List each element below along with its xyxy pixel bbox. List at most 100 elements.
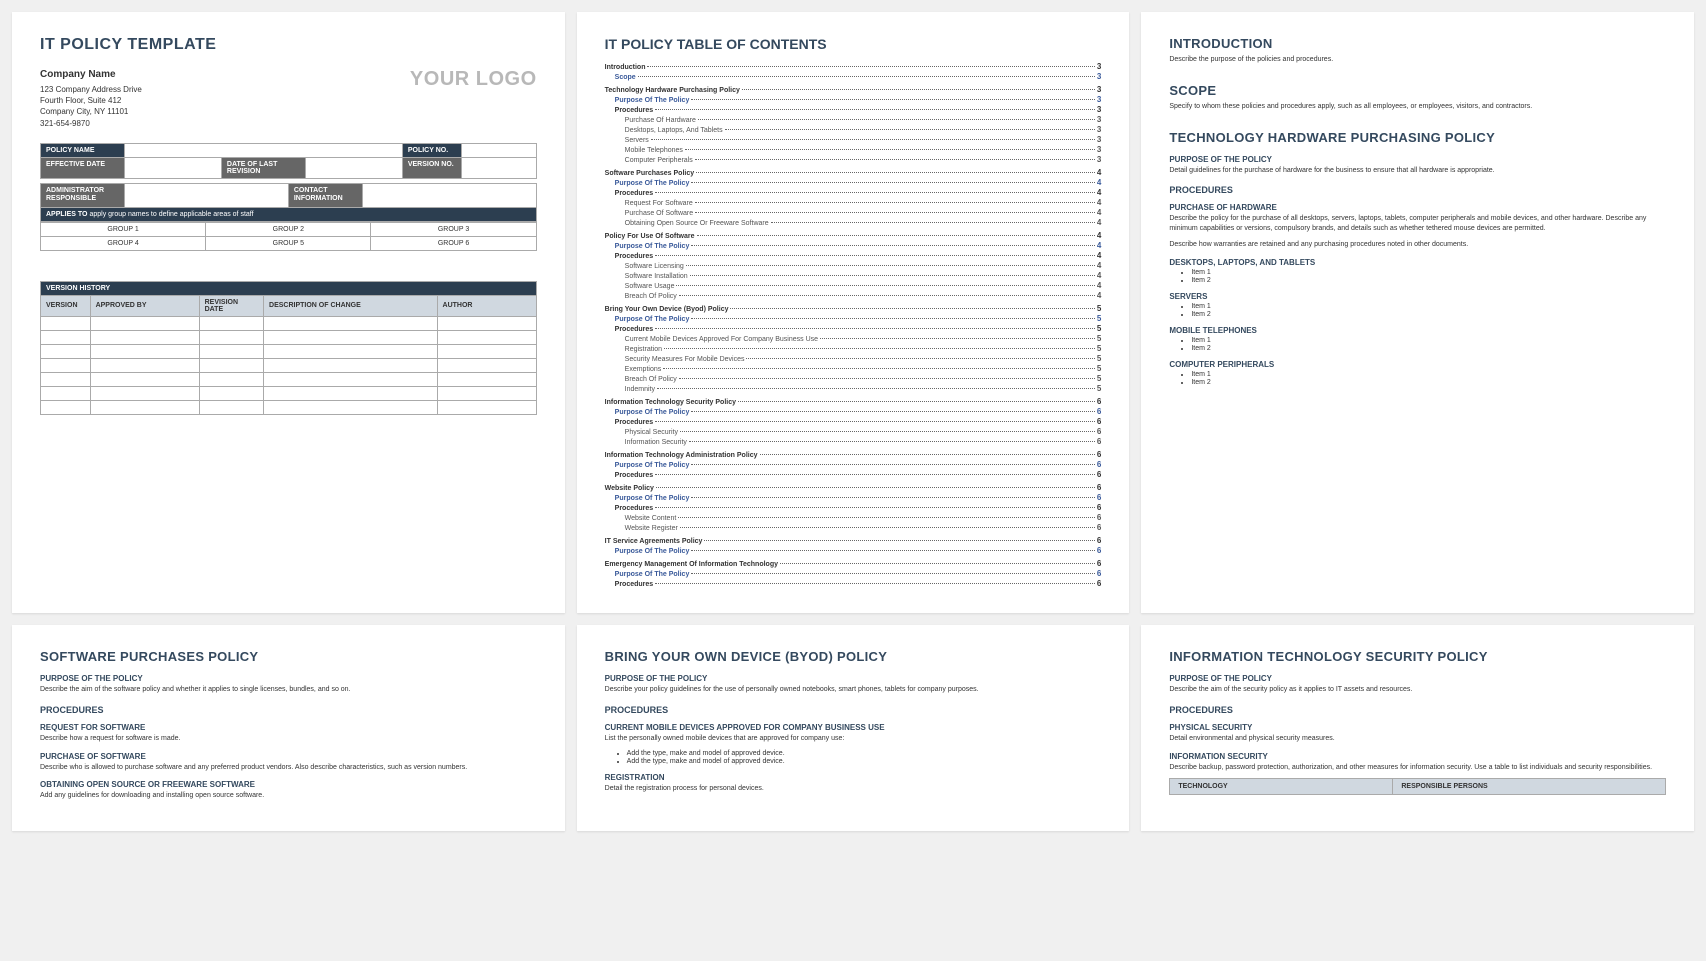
page-5: BRING YOUR OWN DEVICE (BYOD) POLICY PURP… <box>577 625 1130 831</box>
toc-leader <box>647 66 1094 67</box>
list-item: Item 1 <box>1191 371 1666 378</box>
toc-line: Purpose Of The Policy6 <box>615 407 1102 416</box>
toc-leader <box>685 149 1095 150</box>
address-line-1: 123 Company Address Drive <box>40 84 142 95</box>
groups-table: GROUP 1 GROUP 2 GROUP 3 GROUP 4 GROUP 5 … <box>40 222 537 251</box>
toc-label: Request For Software <box>625 200 693 207</box>
toc-page-number: 4 <box>1097 241 1101 250</box>
toc-line: Software Usage4 <box>625 281 1102 290</box>
toc-line: Security Measures For Mobile Devices 5 <box>625 354 1102 363</box>
page-4: SOFTWARE PURCHASES POLICY PURPOSE OF THE… <box>12 625 565 831</box>
policy-name-value <box>125 143 403 157</box>
toc-line: Policy For Use Of Software4 <box>605 231 1102 240</box>
procedures-heading: PROCEDURES <box>1169 185 1666 195</box>
toc-page-number: 6 <box>1097 470 1101 479</box>
page-2: IT POLICY TABLE OF CONTENTS Introduction… <box>577 12 1130 613</box>
toc-leader <box>655 255 1095 256</box>
peripherals-heading: COMPUTER PERIPHERALS <box>1169 360 1666 369</box>
toc-line: Purchase Of Software4 <box>625 208 1102 217</box>
registration-text: Detail the registration process for pers… <box>605 784 1102 794</box>
dlt-heading: DESKTOPS, LAPTOPS, AND TABLETS <box>1169 258 1666 267</box>
toc-leader <box>680 431 1095 432</box>
purpose-text: Describe the aim of the security policy … <box>1169 685 1666 695</box>
purpose-heading: PURPOSE OF THE POLICY <box>605 674 1102 683</box>
toc-line: Purpose Of The Policy5 <box>615 314 1102 323</box>
toc-page-number: 4 <box>1097 168 1101 177</box>
list-item: Add the type, make and model of approved… <box>627 758 1102 765</box>
toc-label: Scope <box>615 74 636 81</box>
toc-leader <box>655 474 1095 475</box>
col-revision-date: REVISION DATE <box>199 295 263 316</box>
mobile-list: Item 1 Item 2 <box>1191 337 1666 352</box>
list-item: Add the type, make and model of approved… <box>627 750 1102 757</box>
toc-page-number: 3 <box>1097 125 1101 134</box>
toc-label: Procedures <box>615 472 654 479</box>
list-item: Item 2 <box>1191 379 1666 386</box>
toc-leader <box>663 368 1095 369</box>
toc-label: Procedures <box>615 190 654 197</box>
byod-title: BRING YOUR OWN DEVICE (BYOD) POLICY <box>605 649 1102 664</box>
toc-line: Purchase Of Hardware3 <box>625 115 1102 124</box>
page-1: IT POLICY TEMPLATE Company Name 123 Comp… <box>12 12 565 613</box>
template-title: IT POLICY TEMPLATE <box>40 36 537 54</box>
toc-leader <box>690 275 1095 276</box>
company-name: Company Name <box>40 68 142 82</box>
toc-label: Software Installation <box>625 273 688 280</box>
toc-label: Breach Of Policy <box>625 376 677 383</box>
toc-label: Purchase Of Software <box>625 210 693 217</box>
mobile-heading: MOBILE TELEPHONES <box>1169 326 1666 335</box>
col-version: VERSION <box>41 295 91 316</box>
toc-page-number: 4 <box>1097 251 1101 260</box>
toc-leader <box>680 527 1095 528</box>
scope-text: Specify to whom these policies and proce… <box>1169 102 1666 112</box>
purpose-heading: PURPOSE OF THE POLICY <box>1169 674 1666 683</box>
toc-line: Purpose Of The Policy6 <box>615 460 1102 469</box>
cmd-heading: CURRENT MOBILE DEVICES APPROVED FOR COMP… <box>605 723 1102 732</box>
toc-page-number: 6 <box>1097 427 1101 436</box>
page-grid: IT POLICY TEMPLATE Company Name 123 Comp… <box>12 12 1694 831</box>
page-6: INFORMATION TECHNOLOGY SECURITY POLICY P… <box>1141 625 1694 831</box>
toc-label: Security Measures For Mobile Devices <box>625 356 745 363</box>
toc-label: Introduction <box>605 64 646 71</box>
col-technology: TECHNOLOGY <box>1170 779 1393 795</box>
group-cell: GROUP 3 <box>371 222 536 236</box>
toc-page-number: 4 <box>1097 198 1101 207</box>
intro-heading: INTRODUCTION <box>1169 36 1666 51</box>
address-line-2: Fourth Floor, Suite 412 <box>40 95 142 106</box>
toc-line: Servers3 <box>625 135 1102 144</box>
rfs-heading: REQUEST FOR SOFTWARE <box>40 723 537 732</box>
toc-label: Purpose Of The Policy <box>615 316 690 323</box>
col-author: AUTHOR <box>437 295 536 316</box>
servers-heading: SERVERS <box>1169 292 1666 301</box>
toc-line: Bring Your Own Device (Byod) Policy5 <box>605 304 1102 313</box>
toc-label: Policy For Use Of Software <box>605 233 695 240</box>
toc-leader <box>760 454 1095 455</box>
toc-line: Purpose Of The Policy6 <box>615 569 1102 578</box>
toc-page-number: 6 <box>1097 460 1101 469</box>
toc-leader <box>655 583 1095 584</box>
toc-line: Information Technology Administration Po… <box>605 450 1102 459</box>
toc-page-number: 5 <box>1097 354 1101 363</box>
version-history-table: VERSION HISTORY VERSION APPROVED BY REVI… <box>40 281 537 415</box>
toc-line: Computer Peripherals3 <box>625 155 1102 164</box>
toc-leader <box>691 550 1095 551</box>
toc-line: Obtaining Open Source Or Freeware Softwa… <box>625 218 1102 227</box>
toc-label: Software Usage <box>625 283 675 290</box>
toc-label: Physical Security <box>625 429 678 436</box>
toc-label: Purpose Of The Policy <box>615 495 690 502</box>
list-item: Item 2 <box>1191 311 1666 318</box>
toc-page-number: 6 <box>1097 450 1101 459</box>
toc-page-number: 5 <box>1097 344 1101 353</box>
list-item: Item 1 <box>1191 269 1666 276</box>
group-cell: GROUP 5 <box>206 236 371 250</box>
toc-leader <box>655 507 1095 508</box>
version-history-header: VERSION HISTORY <box>41 281 537 295</box>
procedures-heading: PROCEDURES <box>1169 705 1666 715</box>
toc-label: Procedures <box>615 581 654 588</box>
toc-leader <box>655 109 1095 110</box>
policy-no-value <box>462 143 536 157</box>
toc-line: Procedures4 <box>615 188 1102 197</box>
toc-line: Purpose Of The Policy3 <box>615 95 1102 104</box>
toc-line: Mobile Telephones3 <box>625 145 1102 154</box>
toc-label: Mobile Telephones <box>625 147 683 154</box>
